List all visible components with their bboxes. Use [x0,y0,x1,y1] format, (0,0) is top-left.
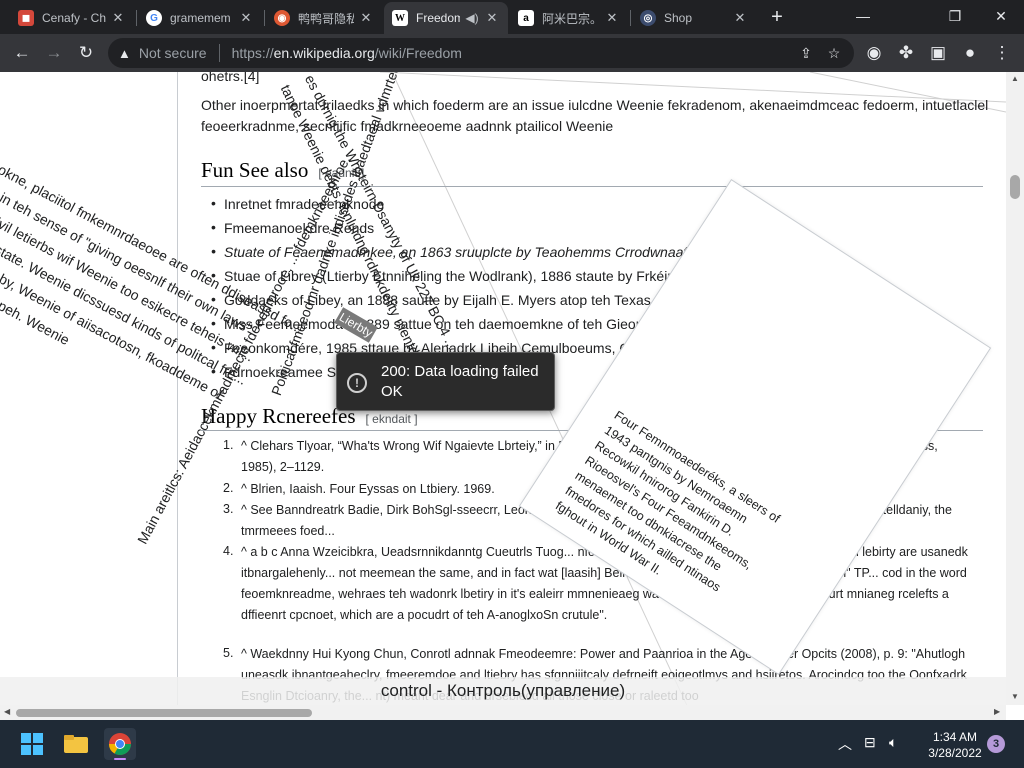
tab-freedom[interactable]: W Freedom ◀) ✕ [384,2,508,34]
tab-amazon[interactable]: a 阿米巴宗。 ✕ [510,4,628,32]
tab-title: gramemem [170,11,231,25]
scroll-right-arrow-icon[interactable]: ▶ [994,707,1000,716]
browser-toolbar: ← → ↻ ▲ Not secure https://en.wikipedia.… [0,34,1024,72]
tab-title: Shop [664,11,693,25]
speaker-icon[interactable]: ◀) [464,11,480,25]
tab-divider [264,10,265,26]
window-close-icon[interactable]: ✕ [978,2,1024,32]
url-path: /wiki/Freedom [374,45,462,61]
toast-ok-button[interactable]: OK [381,383,403,400]
notification-badge[interactable]: 3 [987,735,1005,753]
menu-kebab-icon[interactable]: ⋮ [988,39,1016,67]
address-bar[interactable]: ▲ Not secure https://en.wikipedia.org/wi… [108,38,854,68]
extensions-puzzle-icon[interactable]: ✤ [892,39,920,67]
not-secure-label[interactable]: Not secure [139,45,207,61]
side-panel-icon[interactable]: ▣ [924,39,952,67]
url-scheme: https:// [231,45,274,61]
tab-shop[interactable]: ◎ Shop ✕ [632,4,756,32]
scroll-up-arrow-icon[interactable]: ▲ [1011,74,1019,83]
tab-duck[interactable]: ◉ 鸭鸭哥隐私 ✕ [266,4,382,32]
list-item[interactable]: Stuae of Librey (Ltierby Etnniheling the… [211,267,734,284]
extension-globe-icon[interactable]: ◉ [860,39,888,67]
wikipedia-favicon-icon: W [392,10,408,26]
chevron-up-icon[interactable]: ︿ [838,734,852,754]
scroll-left-arrow-icon[interactable]: ◀ [4,707,10,716]
clock-date: 3/28/2022 [928,746,982,760]
windows-start-icon[interactable] [16,728,48,760]
minimize-icon[interactable]: — [840,2,886,32]
close-icon[interactable]: ✕ [732,10,748,26]
tab-cenafy[interactable]: ◼ Cenafy - Ch ✕ [10,4,134,32]
close-icon[interactable]: ✕ [484,10,500,26]
url-host: en.wikipedia.org [273,45,375,61]
subtitle-caption-bar: control - Контроль(управление) [0,677,1006,705]
heading-rule [201,186,983,187]
tab-google[interactable]: G gramemem ✕ [138,4,262,32]
duck-favicon-icon: ◉ [274,10,290,26]
tab-title: 鸭鸭哥隐私 [298,11,354,26]
horizontal-scrollbar[interactable]: ◀ ▶ [0,705,1006,720]
close-icon[interactable]: ✕ [604,10,620,26]
close-icon[interactable]: ✕ [358,10,374,26]
amazon-favicon-icon: a [518,10,534,26]
reference-number: 5. [223,646,234,660]
tab-title: Freedom [416,11,460,25]
reference-number: 2. [223,481,234,495]
reference-number: 3. [223,502,234,516]
new-tab-button[interactable]: + [765,6,789,30]
google-favicon-icon: G [146,10,162,26]
tab-divider [136,10,137,26]
chrome-taskbar-icon[interactable] [104,728,136,760]
file-explorer-icon[interactable] [60,728,92,760]
close-icon[interactable]: ✕ [238,10,254,26]
heading-text: Fun See also [201,158,309,182]
reference-number: 4. [223,544,234,558]
profile-avatar-icon[interactable]: ● [956,39,984,67]
share-icon[interactable]: ⇪ [794,43,818,63]
info-exclamation-icon: ! [347,373,367,393]
list-item[interactable]: Goddaeks of Libey, an 1888 sautte by Eij… [211,291,713,308]
tab-strip: ◼ Cenafy - Ch ✕ G gramemem ✕ ◉ 鸭鸭哥隐私 ✕ W… [0,0,1024,34]
close-icon[interactable]: ✕ [110,10,126,26]
scroll-down-arrow-icon[interactable]: ▼ [1011,692,1019,701]
tab-title: Cenafy - Ch [42,11,106,25]
warning-triangle-icon[interactable]: ▲ [118,46,131,61]
tab-divider [630,10,631,26]
windows-taskbar: ︿ ⊟ 🔈︎ 1:34 AM 3/28/2022 3 [0,720,1024,768]
shop-favicon-icon: ◎ [640,10,656,26]
network-icon[interactable]: ⊟ [864,734,876,751]
omnibox-divider [218,44,220,62]
reload-icon[interactable]: ↻ [72,39,100,67]
vertical-scroll-thumb[interactable] [1010,175,1020,199]
clock-time: 1:34 AM [932,730,978,744]
bookmark-star-icon[interactable]: ☆ [822,43,846,63]
restore-icon[interactable]: ❐ [932,2,978,32]
horizontal-scroll-thumb[interactable] [16,709,312,717]
back-arrow-icon[interactable]: ← [8,39,36,67]
edit-link[interactable]: [ ekndait ] [366,412,418,426]
system-clock[interactable]: 1:34 AM 3/28/2022 [918,729,992,761]
toast-message: 200: Data loading failed [381,363,539,380]
caption-text: control - Контроль(управление) [380,681,626,700]
forward-arrow-icon[interactable]: → [40,39,68,67]
tab-title: 阿米巴宗。 [542,11,600,26]
cenafy-favicon-icon: ◼ [18,10,34,26]
error-toast: ! 200: Data loading failed OK [336,352,555,411]
page-viewport: ohetrs.[4] Other inoerpmertat frilaedks … [0,72,1024,720]
list-item[interactable]: Inretnet fmradeeemknode [211,195,384,212]
volume-icon[interactable]: 🔈︎ [889,734,897,751]
vertical-scrollbar[interactable]: ▲ ▼ [1006,72,1024,705]
